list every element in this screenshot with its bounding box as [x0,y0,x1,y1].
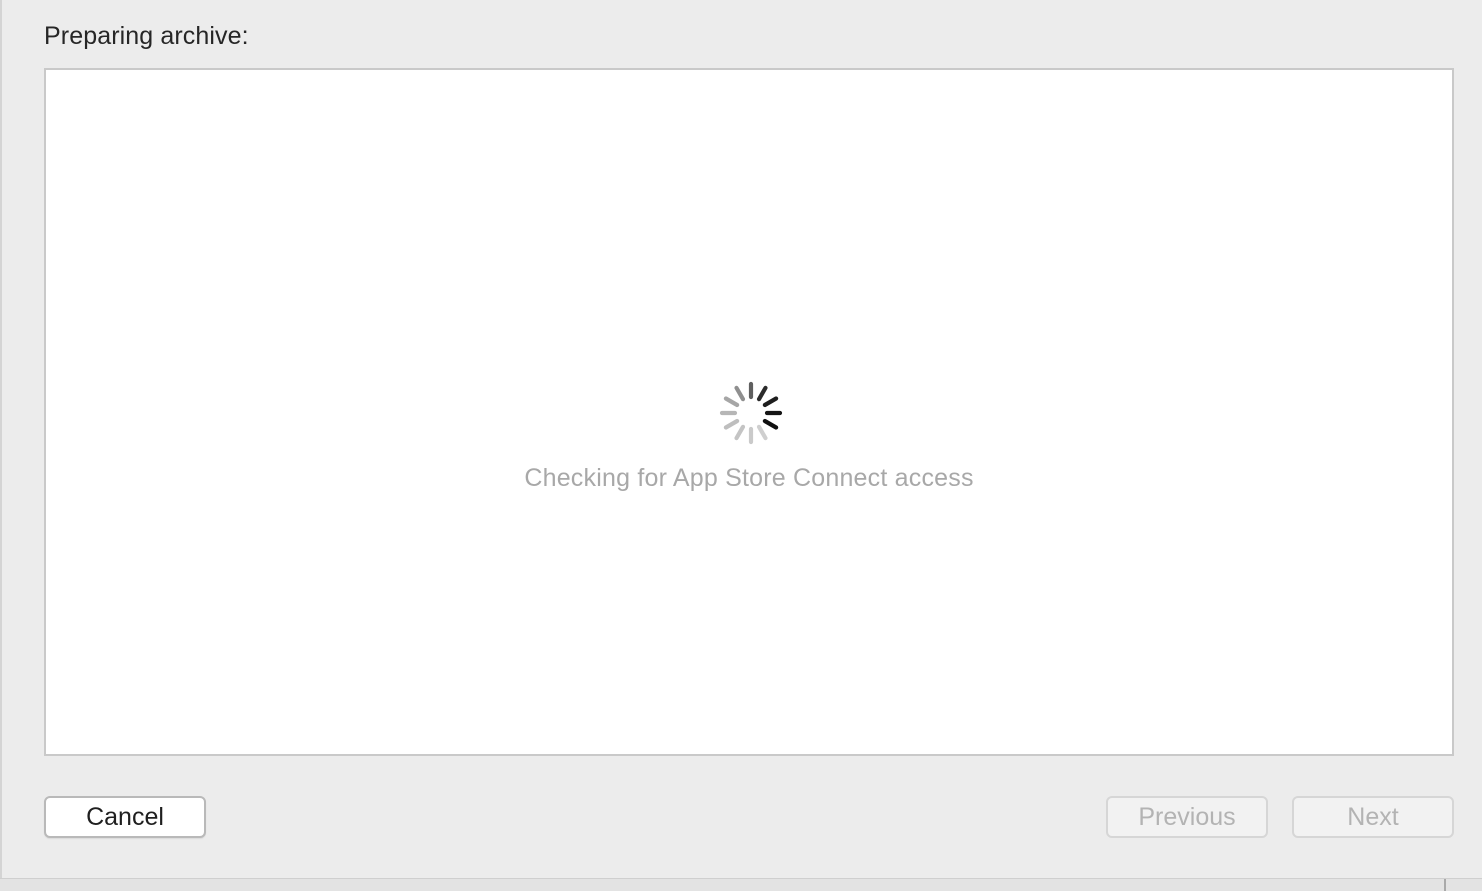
next-button[interactable]: Next [1292,796,1454,838]
archive-sheet: Preparing archive: Checking for App Stor… [0,0,1482,880]
content-panel: Checking for App Store Connect access [44,68,1454,756]
page-title: Preparing archive: [44,22,249,50]
previous-button[interactable]: Previous [1106,796,1268,838]
activity-spinner-icon [719,381,783,445]
window-bottom-edge [0,878,1482,891]
window-divider [1444,879,1446,891]
status-message: Checking for App Store Connect access [524,464,974,492]
cancel-button[interactable]: Cancel [44,796,206,838]
